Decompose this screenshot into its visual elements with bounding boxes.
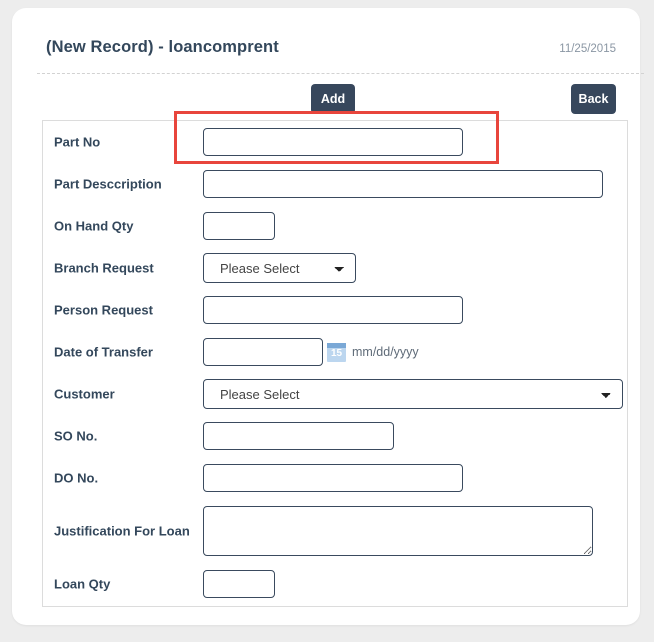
date-of-transfer-group: 15 mm/dd/yyyy xyxy=(203,338,419,366)
label-part-no: Part No xyxy=(54,134,101,150)
form-row-justification: Justification For Loan xyxy=(43,499,627,563)
add-button[interactable]: Add xyxy=(311,84,355,114)
header-date: 11/25/2015 xyxy=(559,43,616,55)
form-row-on-hand-qty: On Hand Qty xyxy=(43,205,627,247)
form-row-loan-qty: Loan Qty xyxy=(43,563,627,605)
label-customer: Customer xyxy=(54,386,115,402)
part-description-input[interactable] xyxy=(203,170,603,198)
form-row-person-request: Person Request xyxy=(43,289,627,331)
calendar-icon-day: 15 xyxy=(330,347,343,359)
form-row-so-no: SO No. xyxy=(43,415,627,457)
label-person-request: Person Request xyxy=(54,302,153,318)
on-hand-qty-input[interactable] xyxy=(203,212,275,240)
form-row-branch-request: Branch Request Please Select xyxy=(43,247,627,289)
label-do-no: DO No. xyxy=(54,470,99,486)
form-row-part-description: Part Desccription xyxy=(43,163,627,205)
date-format-hint: mm/dd/yyyy xyxy=(352,345,419,359)
part-no-input[interactable] xyxy=(203,128,463,156)
do-no-input[interactable] xyxy=(203,464,463,492)
so-no-input[interactable] xyxy=(203,422,394,450)
label-branch-request: Branch Request xyxy=(54,260,154,276)
card-header: (New Record) - loancomprent 11/25/2015 xyxy=(34,30,618,74)
label-on-hand-qty: On Hand Qty xyxy=(54,218,134,234)
form-row-date-of-transfer: Date of Transfer 15 mm/dd/yyyy xyxy=(43,331,627,373)
justification-textarea[interactable] xyxy=(203,506,593,556)
customer-select[interactable]: Please Select xyxy=(203,379,623,409)
loan-qty-input[interactable] xyxy=(203,570,275,598)
label-so-no: SO No. xyxy=(54,428,98,444)
form-row-customer: Customer Please Select xyxy=(43,373,627,415)
form-row-do-no: DO No. xyxy=(43,457,627,499)
person-request-input[interactable] xyxy=(203,296,463,324)
header-divider xyxy=(37,73,644,74)
branch-request-select[interactable]: Please Select xyxy=(203,253,356,283)
record-card: (New Record) - loancomprent 11/25/2015 A… xyxy=(12,8,644,625)
calendar-icon[interactable]: 15 xyxy=(327,342,346,362)
label-loan-qty: Loan Qty xyxy=(54,576,111,592)
page-title: (New Record) - loancomprent xyxy=(46,38,279,56)
date-of-transfer-input[interactable] xyxy=(203,338,323,366)
back-button[interactable]: Back xyxy=(571,84,616,114)
label-part-description: Part Desccription xyxy=(54,176,162,192)
form-panel: Part No Part Desccription On Hand Qty Br… xyxy=(42,120,628,607)
form-row-part-no: Part No xyxy=(43,121,627,163)
label-justification: Justification For Loan xyxy=(54,523,190,539)
label-date-of-transfer: Date of Transfer xyxy=(54,344,153,360)
